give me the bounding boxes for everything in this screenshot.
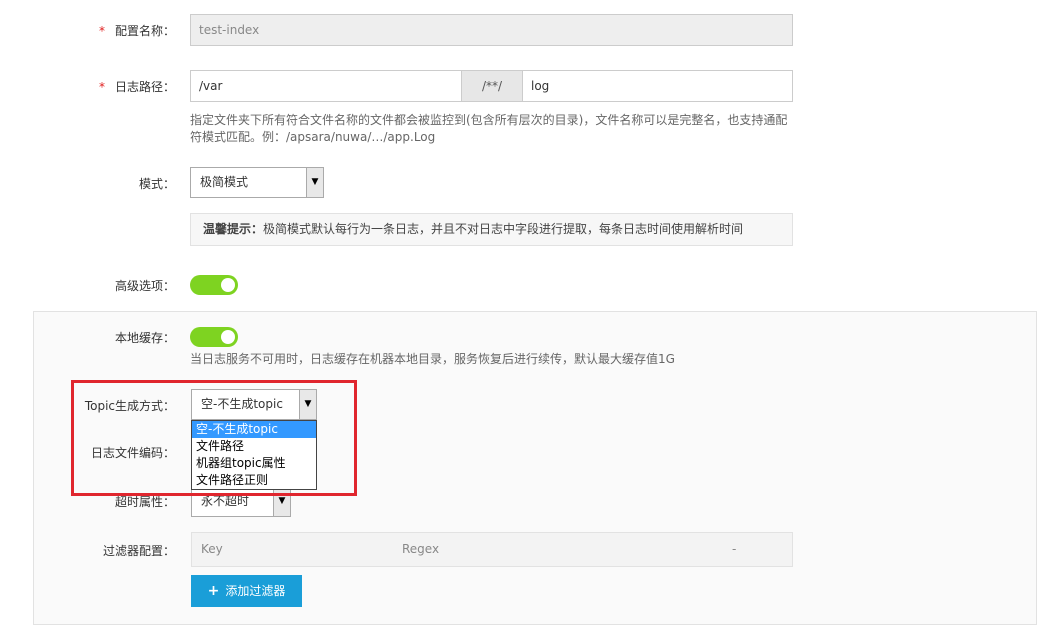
config-name-label: * 配置名称：	[98, 24, 175, 38]
add-filter-button[interactable]: + 添加过滤器	[191, 575, 302, 607]
tip-text: 极简模式默认每行为一条日志，并且不对日志中字段进行提取，每条日志时间使用解析时间	[263, 222, 744, 236]
toggle-knob	[221, 278, 235, 292]
required-mark: *	[98, 80, 105, 94]
log-dir-input[interactable]: /var	[190, 70, 462, 102]
mode-label: 模式：	[138, 177, 175, 191]
local-cache-toggle[interactable]	[190, 327, 238, 347]
log-path-label: * 日志路径：	[98, 80, 175, 94]
plus-icon: +	[207, 583, 220, 599]
filter-label: 过滤器配置：	[102, 544, 175, 558]
filter-row: Key Regex -	[191, 532, 793, 567]
advanced-toggle[interactable]	[190, 275, 238, 295]
local-cache-help: 当日志服务不可用时，日志缓存在机器本地目录，服务恢复后进行续传，默认最大缓存值1…	[190, 352, 675, 366]
chevron-down-icon[interactable]: ▼	[306, 168, 323, 197]
log-file-input[interactable]: log	[522, 70, 793, 102]
mode-select[interactable]: 极简模式 ▼	[190, 167, 324, 198]
filter-key-header: Key	[201, 542, 223, 556]
mode-tip-box: 温馨提示：极简模式默认每行为一条日志，并且不对日志中字段进行提取，每条日志时间使…	[190, 213, 793, 246]
config-name-input[interactable]: test-index	[190, 14, 793, 46]
local-cache-label: 本地缓存：	[114, 331, 175, 345]
path-pattern-addon: /**/	[461, 70, 523, 102]
filter-action-header: -	[732, 542, 737, 556]
log-path-help: 指定文件夹下所有符合文件名称的文件都会被监控到(包含所有层次的目录)，文件名称可…	[190, 113, 788, 144]
required-mark: *	[98, 24, 105, 38]
filter-regex-header: Regex	[402, 542, 440, 556]
toggle-knob	[221, 330, 235, 344]
highlight-box	[71, 380, 357, 496]
advanced-label: 高级选项：	[114, 279, 175, 293]
tip-title: 温馨提示：	[203, 222, 264, 236]
